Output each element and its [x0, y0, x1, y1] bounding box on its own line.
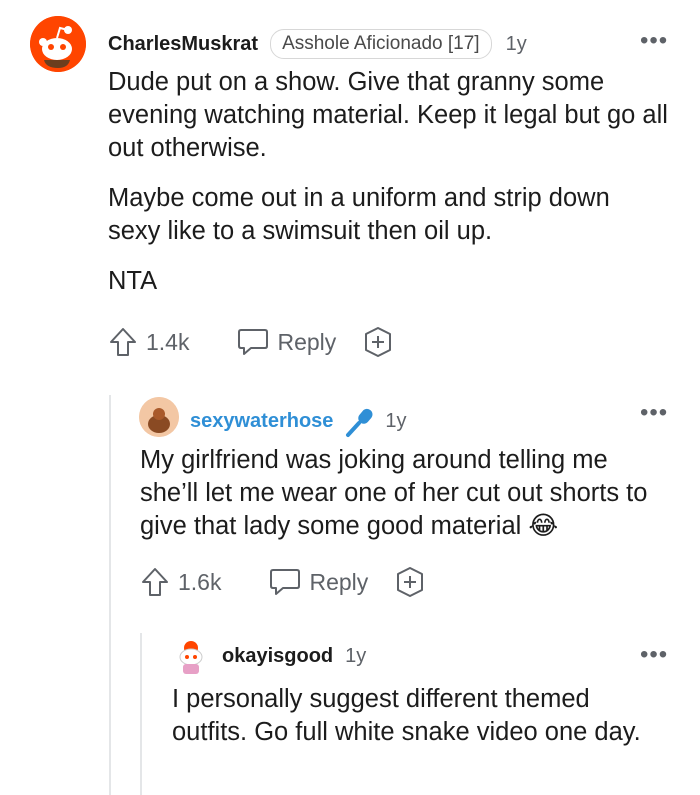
reply-button[interactable]: Reply: [237, 327, 336, 357]
award-button[interactable]: [362, 326, 394, 358]
upvote-button[interactable]: 1.6k: [140, 566, 221, 598]
comment-paragraph: Dude put on a show. Give that granny som…: [108, 68, 668, 162]
comment-text: I personally suggest different themed ou…: [172, 685, 641, 746]
snoo-avatar-icon: [30, 16, 86, 72]
comment-actions: 1.6k Reply: [140, 566, 426, 598]
add-award-icon: [397, 567, 424, 597]
timestamp: 1y: [505, 32, 527, 55]
avatar[interactable]: [172, 638, 210, 676]
reply-button[interactable]: Reply: [269, 567, 368, 597]
avatar[interactable]: [139, 397, 179, 437]
award-button[interactable]: [394, 566, 426, 598]
thread-line-1: [109, 395, 111, 795]
username[interactable]: CharlesMuskrat: [108, 33, 258, 56]
more-options-icon[interactable]: •••: [640, 401, 668, 425]
upvote-arrow-icon: [142, 568, 168, 596]
thread-line-2: [140, 633, 142, 795]
avatar[interactable]: [30, 16, 86, 72]
comment-body: My girlfriend was joking around telling …: [140, 444, 665, 543]
username[interactable]: sexywaterhose: [190, 410, 333, 433]
comment-actions: 1.4k Reply: [108, 326, 394, 358]
comment-body: Dude put on a show. Give that granny som…: [108, 66, 668, 298]
username[interactable]: okayisgood: [222, 645, 333, 668]
upvote-arrow-icon: [110, 328, 136, 356]
reply-label: Reply: [309, 568, 369, 595]
reply-label: Reply: [277, 328, 337, 355]
comment-paragraph: NTA: [108, 267, 158, 295]
comment-text: My girlfriend was joking around telling …: [140, 446, 648, 540]
vote-count: 1.6k: [178, 568, 222, 595]
microphone-icon: [346, 408, 373, 437]
comment-paragraph: Maybe come out in a uniform and strip do…: [108, 184, 610, 245]
laughing-emoji: 😂: [528, 511, 559, 541]
user-avatar-icon: [139, 397, 179, 437]
comment-bubble-icon: [270, 569, 301, 595]
timestamp: 1y: [345, 645, 367, 667]
add-award-icon: [365, 327, 392, 357]
vote-count: 1.4k: [146, 328, 190, 355]
more-options-icon[interactable]: •••: [640, 29, 668, 53]
snoo-avatar-icon: [179, 641, 203, 674]
user-flair: Asshole Aficionado [17]: [270, 29, 492, 59]
comment-body: I personally suggest different themed ou…: [172, 683, 642, 749]
upvote-button[interactable]: 1.4k: [108, 326, 189, 358]
comment-bubble-icon: [238, 329, 269, 355]
more-options-icon[interactable]: •••: [640, 643, 668, 667]
timestamp: 1y: [385, 409, 407, 432]
